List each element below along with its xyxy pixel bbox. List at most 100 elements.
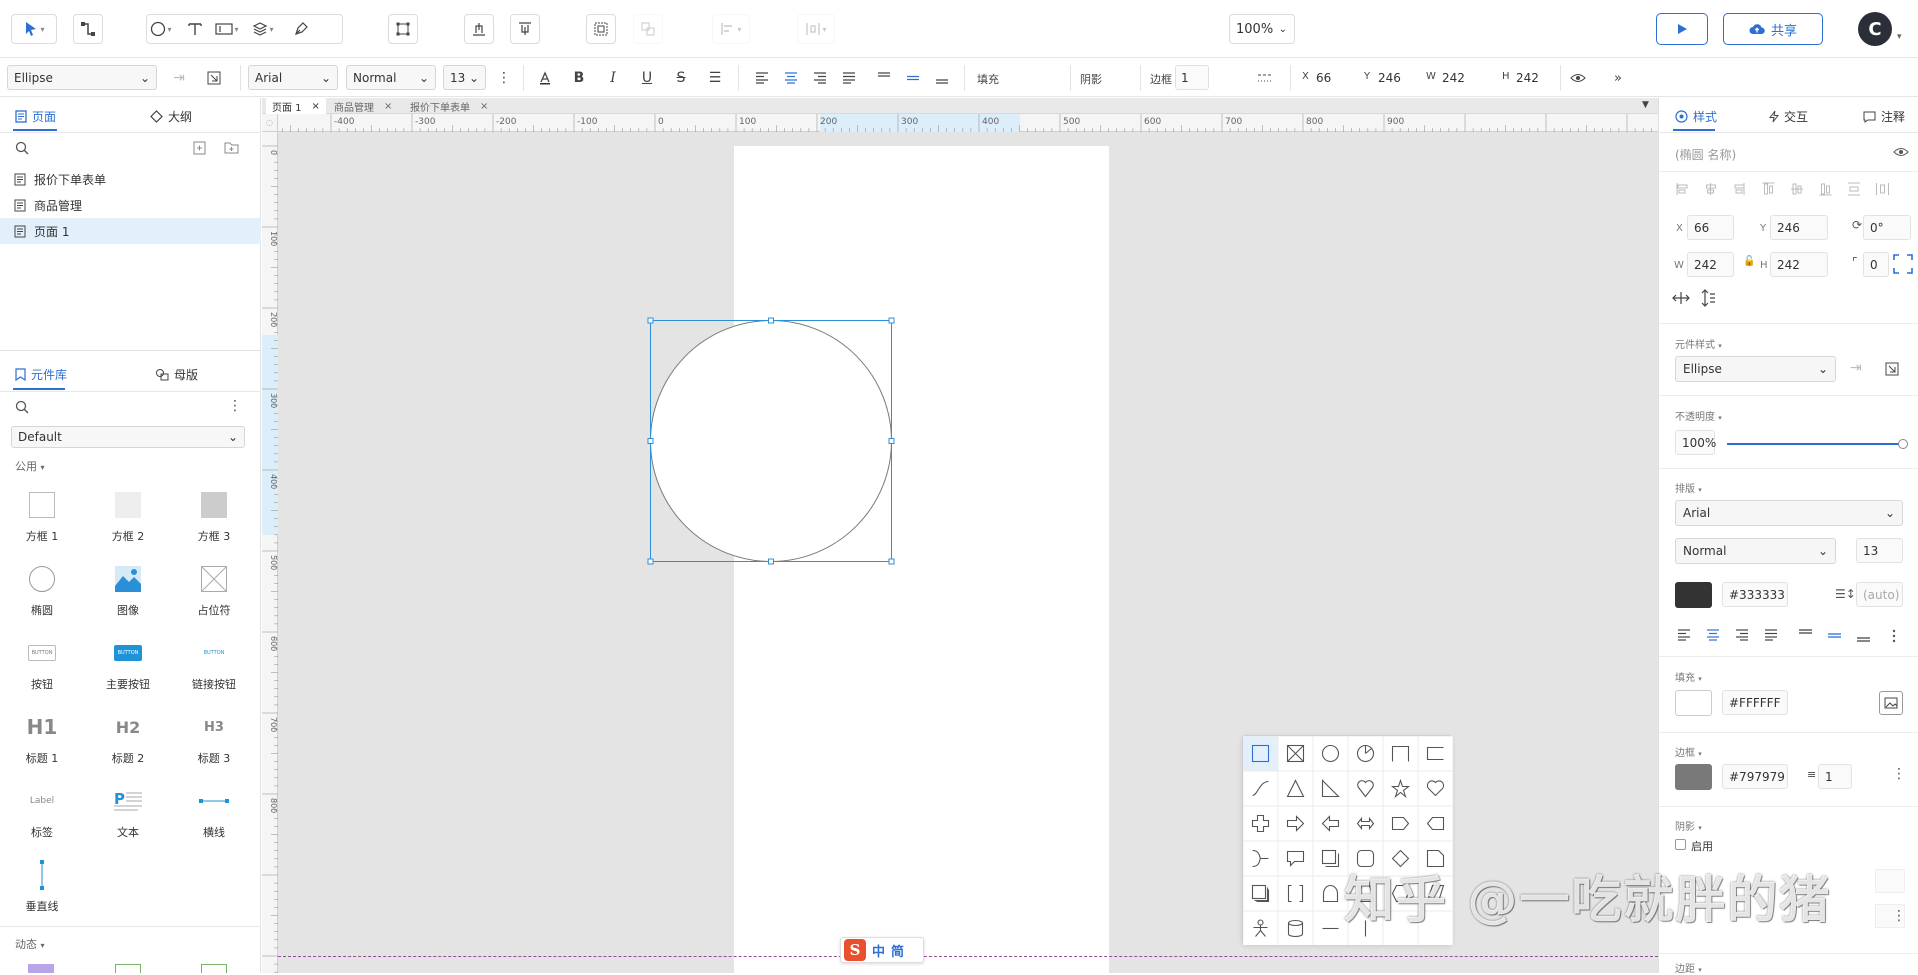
font-family-select[interactable]: Arial ⌄ (1675, 500, 1903, 526)
tab-library[interactable]: 元件库 (15, 366, 67, 383)
preview-button[interactable] (1656, 13, 1708, 45)
shape-cell[interactable] (1382, 770, 1419, 807)
valign-middle-icon[interactable] (902, 67, 924, 89)
fit-to-content-icon[interactable] (1893, 254, 1913, 277)
tab-masters[interactable]: 母版 (155, 366, 198, 383)
connector-tool-button[interactable] (73, 14, 103, 44)
double-chevron-right-icon[interactable]: » (1607, 67, 1629, 89)
style-manager-icon[interactable] (203, 67, 225, 89)
h-input[interactable]: 242 (1511, 65, 1555, 90)
shape-cell[interactable] (1417, 805, 1453, 842)
border-width-input[interactable]: 1 (1818, 764, 1852, 789)
close-icon[interactable]: × (384, 101, 392, 112)
tab-style[interactable]: 样式 (1675, 108, 1717, 125)
ruler-corner[interactable]: ◌ (262, 114, 278, 132)
alignment-icons[interactable] (1673, 182, 1905, 196)
align-option-icon[interactable] (1791, 183, 1803, 195)
component-hline[interactable]: 横线 (179, 784, 249, 840)
section-fill[interactable]: 填充 ▾ (1675, 669, 1702, 684)
doc-tab[interactable]: 商品管理 × (328, 98, 398, 114)
more-vertical-icon[interactable]: ⋮ (228, 398, 242, 414)
ellipse-shape[interactable] (650, 320, 892, 562)
shape-cell[interactable] (1243, 805, 1279, 842)
component-style-select[interactable]: Ellipse ⌄ (1675, 356, 1836, 382)
text-align-icon[interactable] (1765, 629, 1777, 641)
component-ellipse[interactable]: 椭圆 (7, 562, 77, 618)
valign-icon[interactable] (1828, 633, 1841, 638)
line-height-input[interactable]: (auto) (1856, 582, 1903, 607)
font-color-icon[interactable] (534, 67, 556, 89)
tabs-dropdown-icon[interactable]: ▼ (1642, 100, 1649, 110)
fill-color-swatch[interactable] (1675, 690, 1712, 716)
tab-pages[interactable]: 页面 (15, 108, 56, 125)
x-input[interactable]: 66 (1687, 215, 1734, 240)
component-heading3[interactable]: H3 标题 3 (179, 710, 249, 766)
shape-tool-button[interactable]: ▾ (147, 15, 175, 43)
align-justify-icon[interactable] (838, 67, 860, 89)
section-shadow[interactable]: 阴影 ▾ (1675, 818, 1702, 833)
border-color-input[interactable]: #797979 (1722, 764, 1788, 789)
close-icon[interactable]: × (480, 101, 488, 112)
component-button[interactable]: BUTTON 按钮 (7, 636, 77, 692)
shape-cell[interactable] (1277, 910, 1314, 945)
avatar[interactable]: C (1858, 12, 1892, 46)
opacity-slider-knob[interactable] (1898, 439, 1908, 449)
style-select[interactable]: Ellipse ⌄ (7, 65, 157, 90)
search-icon[interactable] (15, 141, 29, 158)
valign-top-icon[interactable] (873, 67, 895, 89)
align-option-icon[interactable] (1706, 183, 1716, 195)
text-align-icon[interactable] (1678, 629, 1690, 641)
doc-tab[interactable]: 报价下单表单 × (404, 98, 494, 114)
canvas-area[interactable]: 页面 1 × 商品管理 × 报价下单表单 × ▼ ◌ -400 -300 -200 -100… (262, 98, 1658, 973)
shape-cell[interactable] (1312, 840, 1349, 877)
text-color-swatch[interactable] (1675, 582, 1712, 608)
text-align-icon[interactable] (1707, 629, 1719, 641)
align-option-icon[interactable] (1734, 183, 1745, 195)
text-align-icons[interactable] (1675, 629, 1905, 643)
w-input[interactable]: 242 (1437, 65, 1481, 90)
shape-cell[interactable] (1277, 770, 1314, 807)
align-dropdown-button[interactable]: ▾ (712, 14, 750, 44)
section-component-style[interactable]: 元件样式 ▾ (1675, 336, 1722, 351)
font-family-select[interactable]: Arial ⌄ (248, 65, 338, 90)
shape-cell[interactable] (1312, 875, 1349, 912)
valign-icon[interactable] (1857, 637, 1870, 642)
section-opacity[interactable]: 不透明度 ▾ (1675, 408, 1722, 423)
component-label-widget[interactable]: Label 标签 (7, 784, 77, 840)
y-input[interactable]: 246 (1373, 65, 1417, 90)
selected-ellipse[interactable] (646, 316, 896, 566)
component-link-button[interactable]: BUTTON 链接按钮 (179, 636, 249, 692)
fill-image-button[interactable] (1879, 691, 1903, 715)
group-dynamic-header[interactable]: 动态 ▾ (15, 936, 45, 952)
shape-cell[interactable] (1312, 736, 1349, 772)
component-image[interactable]: 图像 (93, 562, 163, 618)
align-option-icon[interactable] (1676, 183, 1688, 195)
group-button[interactable] (586, 14, 616, 44)
font-weight-select[interactable]: Normal ⌄ (1675, 538, 1836, 564)
page-item-selected[interactable]: 页面 1 (0, 218, 261, 244)
shadow-enable-checkbox[interactable] (1675, 839, 1686, 850)
opacity-input[interactable]: 100% (1675, 430, 1716, 455)
font-size-select[interactable]: 13 ⌄ (443, 65, 486, 90)
w-input[interactable]: 242 (1687, 252, 1734, 277)
shape-cell[interactable] (1243, 770, 1279, 807)
text-color-input[interactable]: #333333 (1722, 582, 1788, 607)
shape-cell[interactable] (1312, 805, 1349, 842)
more-vertical-icon[interactable]: ⋮ (493, 67, 515, 89)
eye-icon[interactable] (1567, 67, 1589, 89)
vertical-ruler[interactable]: 0 100 200 300 400 500 600 700 800 (262, 132, 278, 973)
ime-mode[interactable]: 简 (891, 941, 904, 960)
more-vertical-icon[interactable]: ⋮ (1892, 908, 1906, 924)
shadow-offset-input[interactable] (1875, 869, 1905, 893)
ime-indicator[interactable]: S 中 简 (840, 937, 924, 963)
font-size-input[interactable]: 13 (1856, 538, 1903, 563)
more-vertical-icon[interactable]: ⋮ (1892, 766, 1906, 782)
search-icon[interactable] (15, 400, 29, 417)
distribute-dropdown-button[interactable]: ▾ (797, 14, 835, 44)
shape-cell[interactable] (1277, 805, 1314, 842)
y-input[interactable]: 246 (1770, 215, 1828, 240)
tab-outline[interactable]: 大纲 (150, 108, 192, 125)
tab-interact[interactable]: 交互 (1769, 108, 1808, 125)
component-placeholder[interactable]: 占位符 (179, 562, 249, 618)
component-text[interactable]: P 文本 (93, 784, 163, 840)
